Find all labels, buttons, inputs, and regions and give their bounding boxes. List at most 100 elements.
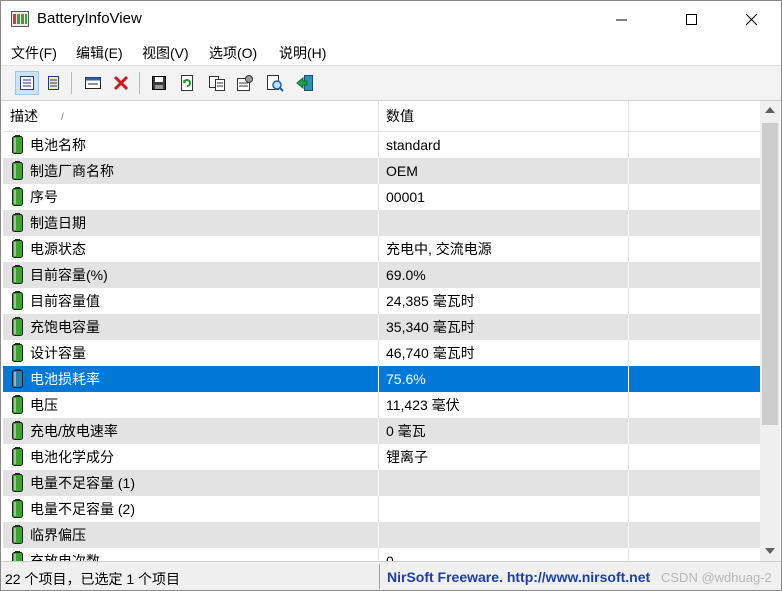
battery-icon [12,135,23,154]
row-description: 电池损耗率 [30,371,100,387]
row-description: 序号 [30,189,58,205]
table-row[interactable]: 制造厂商名称 OEM [3,158,760,184]
list-header: 描述 / 数值 [3,101,760,132]
table-row[interactable]: 电源状态 充电中, 交流电源 [3,236,760,262]
save-icon [152,76,166,90]
vertical-scrollbar[interactable] [760,101,780,561]
column-divider [628,392,629,418]
table-row[interactable]: 充电/放电速率 0 毫瓦 [3,418,760,444]
table-row[interactable]: 设计容量 46,740 毫瓦时 [3,340,760,366]
battery-icon [12,525,23,544]
save-button[interactable] [147,71,171,95]
find-icon [267,75,284,92]
table-row[interactable]: 临界偏压 [3,522,760,548]
row-value: 0 毫瓦 [386,423,426,439]
menu-options[interactable]: 选项(O) [209,43,257,63]
toolbar-separator [71,72,72,94]
column-divider [628,340,629,366]
row-value [386,210,626,236]
table-row[interactable]: 制造日期 [3,210,760,236]
html-report-button[interactable] [15,71,39,95]
column-divider [628,496,629,522]
column-divider [378,392,379,418]
row-value: OEM [386,163,418,179]
table-row[interactable]: 目前容量(%) 69.0% [3,262,760,288]
close-button[interactable] [729,1,775,39]
column-divider [378,418,379,444]
table-row[interactable]: 充饱电容量 35,340 毫瓦时 [3,314,760,340]
copy-button[interactable] [205,71,229,95]
scroll-down-arrow-icon[interactable] [760,542,780,559]
battery-info-list[interactable]: 描述 / 数值 电池名称 standard 制造厂商名称 OEM 序号 00001 制造日期… [3,101,760,561]
column-header-description[interactable]: 描述 / [3,101,379,131]
battery-icon [12,421,23,440]
delete-icon [113,75,129,91]
table-row[interactable]: 目前容量值 24,385 毫瓦时 [3,288,760,314]
column-divider [628,470,629,496]
options-icon [237,75,253,91]
column-divider [628,132,629,158]
status-item-count: 22 个项目，已选定 1 个项目 [5,571,181,587]
menu-file[interactable]: 文件(F) [11,43,57,63]
table-row[interactable]: 充放电次数 0 [3,548,760,561]
column-divider [378,314,379,340]
properties-icon [85,77,101,89]
table-row[interactable]: 电压 11,423 毫伏 [3,392,760,418]
menu-edit[interactable]: 编辑(E) [76,43,123,63]
title-bar[interactable]: BatteryInfoView [1,1,781,39]
column-divider [378,496,379,522]
maximize-button[interactable] [669,1,715,39]
menu-bar: 文件(F) 编辑(E) 视图(V) 选项(O) 说明(H) [1,39,781,65]
refresh-button[interactable] [175,71,199,95]
row-value [386,522,626,548]
delete-button[interactable] [109,71,133,95]
column-divider [628,314,629,340]
column-divider [378,184,379,210]
row-description: 电池化学成分 [30,449,114,465]
maximize-icon [686,14,697,25]
column-divider [628,548,629,561]
row-description: 目前容量(%) [30,267,108,283]
table-row[interactable]: 电量不足容量 (1) [3,470,760,496]
row-value: 24,385 毫瓦时 [386,293,475,309]
column-divider [628,184,629,210]
column-divider [378,522,379,548]
find-button[interactable] [263,71,287,95]
table-row[interactable]: 序号 00001 [3,184,760,210]
menu-help[interactable]: 说明(H) [279,43,326,63]
list-view-icon [48,76,59,90]
nirsoft-link[interactable]: NirSoft Freeware. http://www.nirsoft.net [387,569,650,585]
column-divider [628,262,629,288]
scroll-thumb[interactable] [762,123,778,425]
window-title: BatteryInfoView [37,10,142,27]
minimize-button[interactable] [599,1,645,39]
app-icon [11,11,29,27]
column-divider [378,366,379,392]
column-divider [628,366,629,392]
table-row[interactable]: 电量不足容量 (2) [3,496,760,522]
properties-button[interactable] [81,71,105,95]
row-description: 充饱电容量 [30,319,100,335]
column-divider [378,236,379,262]
row-description: 电源状态 [30,241,86,257]
row-description: 充放电次数 [30,553,100,561]
table-row[interactable]: 电池损耗率 75.6% [3,366,760,392]
menu-view[interactable]: 视图(V) [142,43,189,63]
battery-icon [12,291,23,310]
column-divider [628,210,629,236]
column-header-value[interactable]: 数值 [379,101,629,131]
scroll-up-arrow-icon[interactable] [760,101,780,118]
row-value: 35,340 毫瓦时 [386,319,475,335]
battery-icon [12,447,23,466]
row-description: 制造厂商名称 [30,163,114,179]
battery-icon [12,551,23,561]
table-row[interactable]: 电池名称 standard [3,132,760,158]
minimize-icon [616,19,627,21]
copy-icon [209,76,225,91]
row-value: 充电中, 交流电源 [386,241,492,257]
battery-icon [12,161,23,180]
list-view-button[interactable] [41,71,65,95]
table-row[interactable]: 电池化学成分 锂离子 [3,444,760,470]
options-button[interactable] [233,71,257,95]
exit-button[interactable] [293,71,317,95]
